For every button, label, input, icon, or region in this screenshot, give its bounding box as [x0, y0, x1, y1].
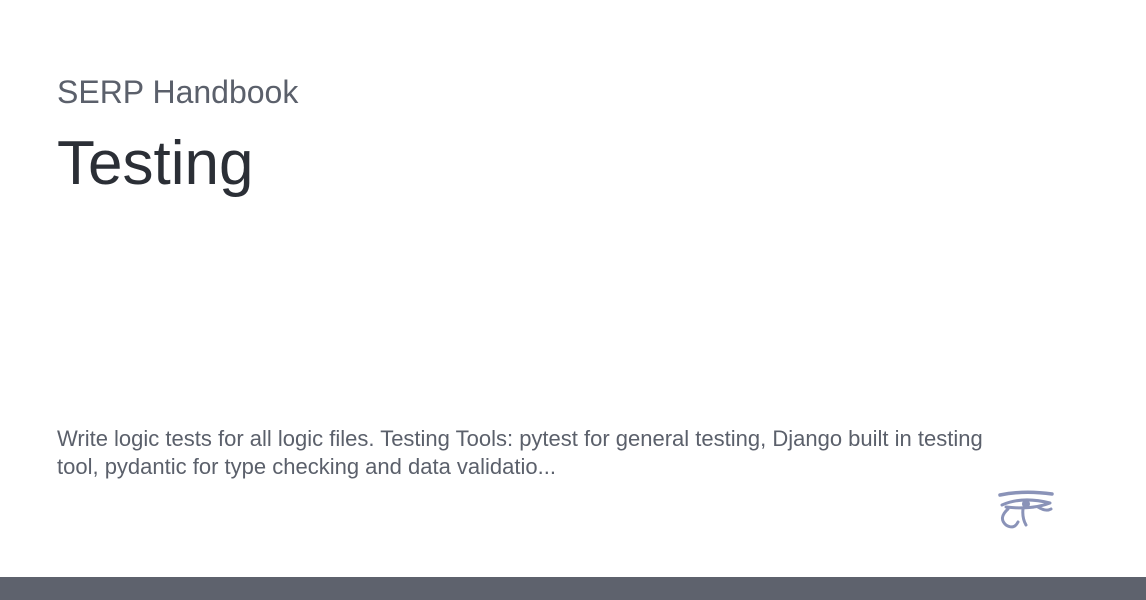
- site-name: SERP Handbook: [57, 74, 299, 110]
- page-description: Write logic tests for all logic files. T…: [57, 426, 983, 479]
- footer-bar: [0, 577, 1146, 600]
- eye-of-horus-icon: [996, 488, 1056, 532]
- page-title: Testing: [57, 129, 254, 198]
